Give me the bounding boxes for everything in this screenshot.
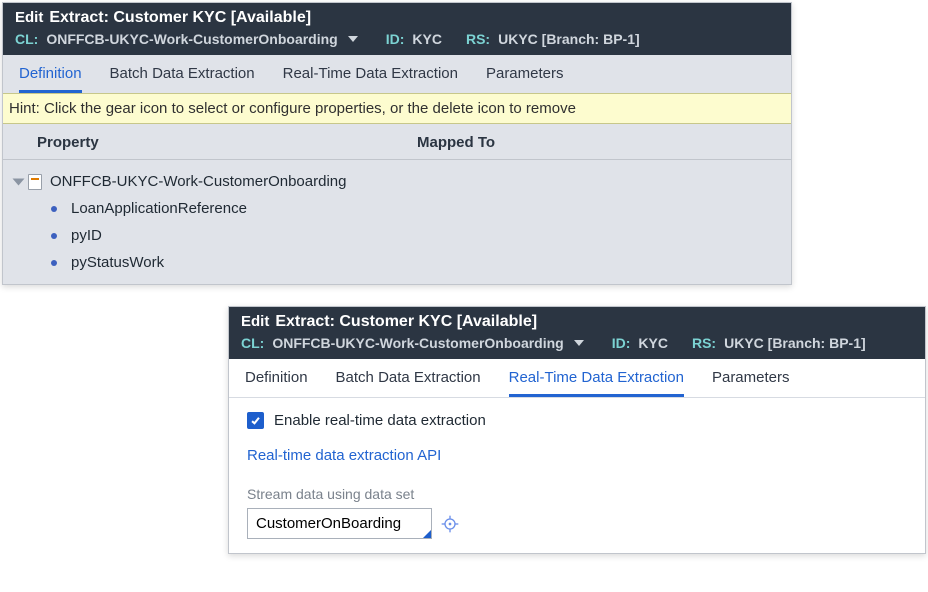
cl-value: ONFFCB-UKYC-Work-CustomerOnboarding: [46, 31, 337, 47]
tree-item[interactable]: LoanApplicationReference: [3, 195, 791, 222]
realtime-body: Enable real-time data extraction Real-ti…: [229, 398, 925, 553]
tab-batch[interactable]: Batch Data Extraction: [110, 65, 255, 93]
tab-parameters[interactable]: Parameters: [486, 65, 564, 93]
crosshair-icon[interactable]: [440, 514, 460, 534]
rs-label: RS:: [692, 335, 716, 351]
cl-value: ONFFCB-UKYC-Work-CustomerOnboarding: [272, 335, 563, 351]
enable-realtime-row[interactable]: Enable real-time data extraction: [247, 412, 907, 429]
tab-definition[interactable]: Definition: [245, 369, 308, 397]
header-edit: Edit: [15, 9, 43, 26]
tab-definition[interactable]: Definition: [19, 65, 82, 93]
extract-panel-realtime: Edit Extract: Customer KYC [Available] C…: [228, 306, 926, 554]
class-icon: [28, 174, 42, 190]
rs-label: RS:: [466, 31, 490, 47]
tab-bar: Definition Batch Data Extraction Real-Ti…: [3, 55, 791, 93]
tree-item-label: LoanApplicationReference: [71, 200, 247, 217]
enable-realtime-label: Enable real-time data extraction: [274, 412, 486, 429]
chevron-down-icon[interactable]: [348, 36, 358, 42]
bullet-icon: [51, 233, 57, 239]
bullet-icon: [51, 260, 57, 266]
expand-icon[interactable]: [13, 178, 25, 185]
panel-header: Edit Extract: Customer KYC [Available] C…: [229, 307, 925, 359]
tab-batch[interactable]: Batch Data Extraction: [336, 369, 481, 397]
rs-value: UKYC [Branch: BP-1]: [498, 31, 640, 47]
id-label: ID:: [612, 335, 631, 351]
resize-handle-icon[interactable]: [423, 530, 431, 538]
dataset-label: Stream data using data set: [247, 486, 907, 502]
id-value: KYC: [412, 31, 442, 47]
tree-item-label: pyID: [71, 227, 102, 244]
tree-item[interactable]: pyStatusWork: [3, 249, 791, 276]
tree-root-label: ONFFCB-UKYC-Work-CustomerOnboarding: [50, 173, 346, 190]
col-property: Property: [37, 134, 417, 151]
tab-realtime[interactable]: Real-Time Data Extraction: [509, 369, 684, 397]
cl-label: CL:: [241, 335, 264, 351]
panel-header: Edit Extract: Customer KYC [Available] C…: [3, 3, 791, 55]
hint-bar: Hint: Click the gear icon to select or c…: [3, 93, 791, 124]
tab-parameters[interactable]: Parameters: [712, 369, 790, 397]
grid-header: Property Mapped To: [3, 124, 791, 160]
extract-panel-definition: Edit Extract: Customer KYC [Available] C…: [2, 2, 792, 285]
id-label: ID:: [386, 31, 405, 47]
rs-value: UKYC [Branch: BP-1]: [724, 335, 866, 351]
tab-realtime[interactable]: Real-Time Data Extraction: [283, 65, 458, 93]
chevron-down-icon[interactable]: [574, 340, 584, 346]
header-title: Extract: Customer KYC [Available]: [275, 313, 537, 331]
cl-label: CL:: [15, 31, 38, 47]
tab-bar: Definition Batch Data Extraction Real-Ti…: [229, 359, 925, 398]
property-tree: ONFFCB-UKYC-Work-CustomerOnboarding Loan…: [3, 160, 791, 284]
header-title: Extract: Customer KYC [Available]: [49, 9, 311, 27]
id-value: KYC: [638, 335, 668, 351]
tree-item-label: pyStatusWork: [71, 254, 164, 271]
col-mapped: Mapped To: [417, 134, 775, 151]
dataset-input[interactable]: [247, 508, 432, 539]
realtime-api-link[interactable]: Real-time data extraction API: [247, 447, 441, 464]
bullet-icon: [51, 206, 57, 212]
enable-realtime-checkbox[interactable]: [247, 412, 264, 429]
tree-item[interactable]: pyID: [3, 222, 791, 249]
header-edit: Edit: [241, 313, 269, 330]
tree-root[interactable]: ONFFCB-UKYC-Work-CustomerOnboarding: [3, 168, 791, 195]
